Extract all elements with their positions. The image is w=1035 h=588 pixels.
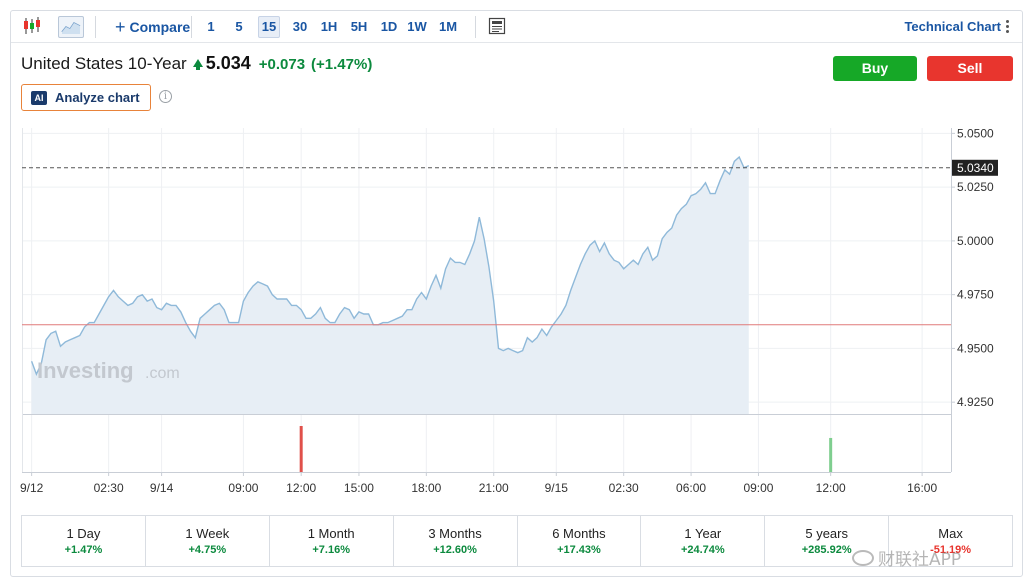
period-change: +12.60% bbox=[433, 544, 477, 556]
period-cell[interactable]: 6 Months +17.43% bbox=[518, 516, 642, 566]
x-tick-label: 9/14 bbox=[150, 481, 174, 495]
x-axis: 9/12 02:30 9/14 09:00 12:00 15:00 18:00 21:00 9/… bbox=[20, 472, 937, 495]
x-tick-label: 15:00 bbox=[344, 481, 374, 495]
period-cell[interactable]: 1 Week +4.75% bbox=[146, 516, 270, 566]
period-cell[interactable]: 3 Months +12.60% bbox=[394, 516, 518, 566]
period-change: +24.74% bbox=[680, 544, 725, 556]
y-tick-label: 4.9750 bbox=[957, 288, 994, 302]
source-watermark: 财联社APP bbox=[852, 545, 961, 570]
x-tick-label: 12:00 bbox=[816, 481, 846, 495]
period-label: 5 years bbox=[805, 526, 848, 541]
x-tick-label: 9/12 bbox=[20, 481, 44, 495]
period-cell[interactable]: 1 Month +7.16% bbox=[270, 516, 394, 566]
x-tick-label: 12:00 bbox=[286, 481, 316, 495]
period-label: 1 Month bbox=[307, 526, 355, 541]
volume-bar bbox=[829, 437, 833, 472]
weibo-logo-icon bbox=[852, 549, 874, 566]
price-chart[interactable]: Investing .com 5.0500 5.0250 5.0000 4.9750 4… bbox=[0, 0, 1035, 510]
y-tick-label: 5.0500 bbox=[957, 126, 994, 140]
period-change: +4.75% bbox=[188, 544, 227, 556]
x-tick-label: 21:00 bbox=[479, 481, 509, 495]
y-tick-label: 5.0250 bbox=[957, 180, 994, 194]
period-label: Max bbox=[938, 526, 963, 541]
period-label: 6 Months bbox=[552, 526, 606, 541]
volume-pane bbox=[299, 426, 833, 472]
x-tick-label: 09:00 bbox=[228, 481, 258, 495]
x-tick-label: 9/15 bbox=[545, 481, 569, 495]
y-tick-label: 4.9500 bbox=[957, 341, 994, 355]
source-watermark-text: 财联社APP bbox=[878, 550, 962, 570]
period-cell[interactable]: 1 Year +24.74% bbox=[641, 516, 766, 566]
x-tick-label: 02:30 bbox=[94, 481, 124, 495]
period-label: 3 Months bbox=[428, 526, 482, 541]
last-price-label: 5.0340 bbox=[952, 159, 998, 176]
investing-logo-text: Investing bbox=[37, 358, 134, 383]
last-price-label-text: 5.0340 bbox=[957, 161, 994, 175]
y-tick-label: 4.9250 bbox=[957, 395, 994, 409]
period-change: +1.47% bbox=[64, 544, 103, 556]
period-label: 1 Year bbox=[684, 526, 722, 541]
x-tick-label: 16:00 bbox=[907, 481, 937, 495]
period-label: 1 Week bbox=[185, 526, 230, 541]
y-tick-label: 5.0000 bbox=[957, 234, 994, 248]
period-label: 1 Day bbox=[66, 526, 101, 541]
x-tick-label: 18:00 bbox=[411, 481, 441, 495]
period-change: +17.43% bbox=[557, 544, 601, 556]
period-change: +7.16% bbox=[312, 544, 350, 556]
period-cell[interactable]: 1 Day +1.47% bbox=[22, 516, 146, 566]
investing-logo-suffix: .com bbox=[145, 365, 180, 382]
x-tick-label: 06:00 bbox=[676, 481, 706, 495]
volume-bar bbox=[299, 426, 303, 472]
x-tick-label: 02:30 bbox=[609, 481, 639, 495]
price-area-fill bbox=[31, 157, 749, 414]
x-tick-label: 09:00 bbox=[743, 481, 773, 495]
